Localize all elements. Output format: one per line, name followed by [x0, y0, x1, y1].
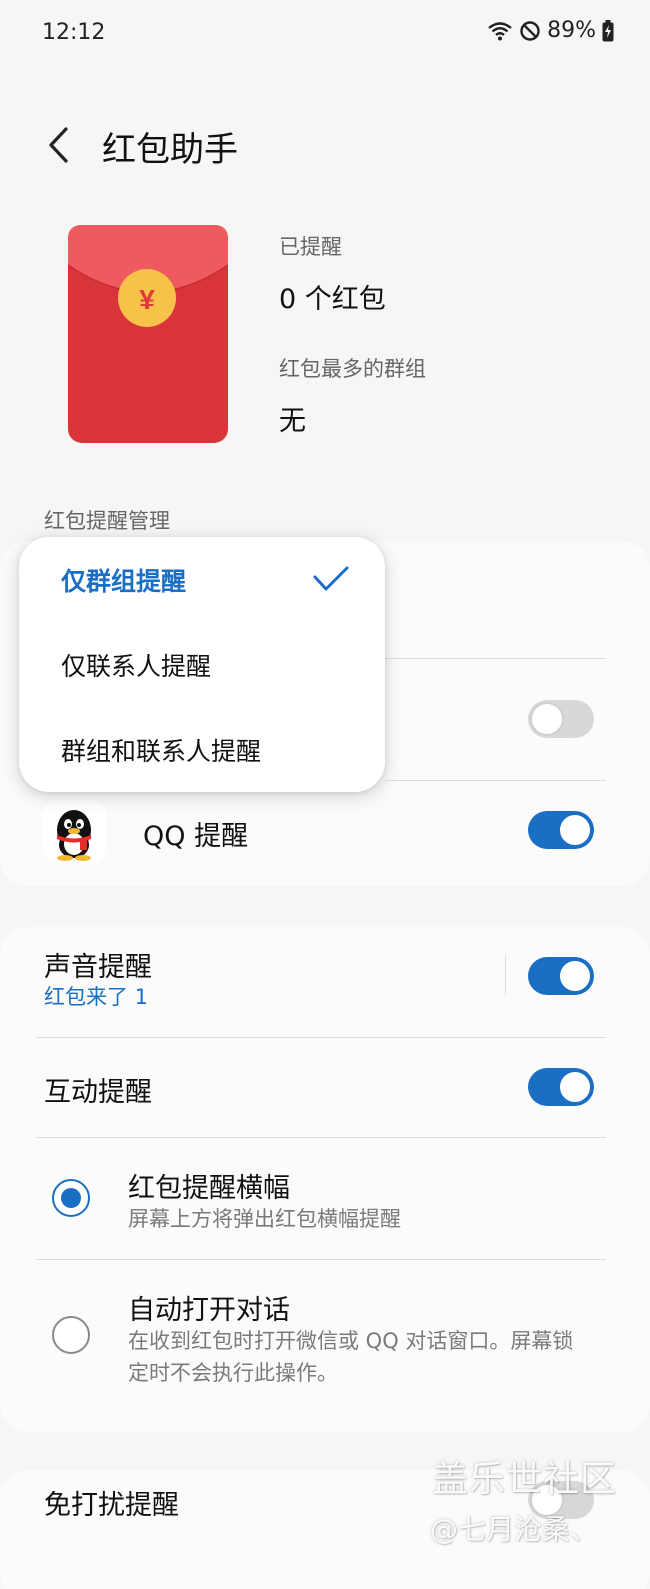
wechat-reminder-toggle[interactable]	[528, 700, 594, 738]
interaction-reminder-label: 互动提醒	[44, 1077, 152, 1108]
popup-item-label: 仅联系人提醒	[61, 651, 212, 681]
back-button[interactable]	[36, 120, 80, 170]
interaction-reminder-toggle[interactable]	[528, 1068, 594, 1106]
auto-open-radio[interactable]	[52, 1316, 90, 1354]
banner-label: 红包提醒横幅	[128, 1173, 290, 1204]
top-group-value: 无	[279, 406, 306, 437]
page-title: 红包助手	[102, 130, 238, 170]
reminded-count: 0 个红包	[279, 284, 386, 315]
app-header: 红包助手	[0, 100, 650, 190]
dnd-reminder-label: 免打扰提醒	[44, 1490, 179, 1521]
checkmark-icon	[313, 566, 349, 591]
reminded-label: 已提醒	[279, 235, 342, 259]
top-group-label: 红包最多的群组	[279, 357, 426, 381]
qq-reminder-toggle[interactable]	[528, 811, 594, 849]
qq-penguin-icon	[42, 800, 106, 864]
wifi-icon	[487, 20, 513, 42]
red-envelope-icon: ¥	[68, 225, 228, 443]
status-time: 12:12	[42, 20, 106, 45]
status-icons: 89%	[487, 18, 614, 43]
divider	[36, 1259, 606, 1260]
auto-open-sub-line2: 定时不会执行此操作。	[128, 1361, 338, 1385]
section-title-reminder-management: 红包提醒管理	[44, 509, 170, 533]
do-not-disturb-icon	[519, 20, 541, 42]
divider	[36, 1137, 606, 1138]
sound-reminder-toggle[interactable]	[528, 957, 594, 995]
qq-reminder-label: QQ 提醒	[143, 821, 249, 852]
popup-item-label: 仅群组提醒	[61, 566, 187, 596]
battery-charging-icon	[602, 19, 614, 42]
vertical-separator	[505, 955, 506, 995]
status-bar: 12:12 89%	[0, 0, 650, 60]
back-arrow-icon	[49, 127, 68, 163]
divider	[385, 658, 606, 659]
banner-sub: 屏幕上方将弹出红包横幅提醒	[128, 1207, 401, 1231]
sound-reminder-sub: 红包来了 1	[44, 985, 149, 1009]
sound-reminder-label: 声音提醒	[44, 952, 152, 983]
watermark-title: 盖乐世社区	[432, 1459, 618, 1500]
coin-symbol: ¥	[139, 284, 155, 315]
auto-open-label: 自动打开对话	[128, 1295, 290, 1326]
reminder-scope-popup-menu: 仅群组提醒 仅联系人提醒 群组和联系人提醒	[19, 537, 385, 792]
popup-item-contacts-only[interactable]: 仅联系人提醒	[19, 622, 385, 707]
popup-item-groups-and-contacts[interactable]: 群组和联系人提醒	[19, 707, 385, 792]
battery-text: 89%	[547, 18, 596, 43]
summary-panel: ¥ 已提醒 0 个红包 红包最多的群组 无	[0, 215, 650, 455]
watermark-author: @七月沧桑、	[430, 1513, 599, 1546]
divider	[385, 780, 606, 781]
banner-radio[interactable]	[52, 1179, 90, 1217]
popup-item-group-only[interactable]: 仅群组提醒	[19, 537, 385, 622]
auto-open-sub-line1: 在收到红包时打开微信或 QQ 对话窗口。屏幕锁	[128, 1329, 574, 1353]
popup-item-label: 群组和联系人提醒	[61, 736, 262, 766]
divider	[36, 1037, 606, 1038]
